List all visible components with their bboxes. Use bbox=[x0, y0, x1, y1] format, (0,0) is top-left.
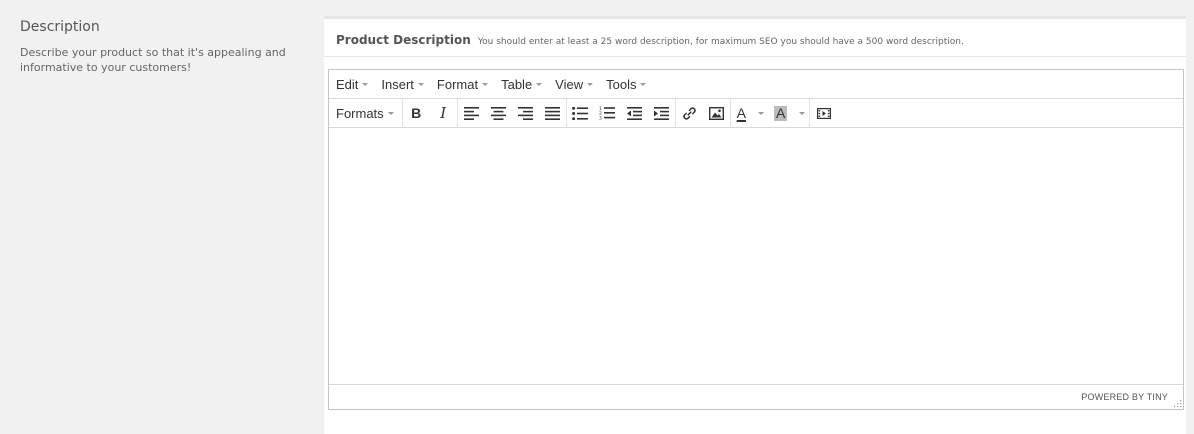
caret-down-icon bbox=[758, 112, 765, 115]
menu-insert-label: Insert bbox=[381, 76, 414, 92]
panel-hint: You should enter at least a 25 word desc… bbox=[477, 37, 964, 47]
description-panel: Product Description You should enter at … bbox=[324, 16, 1186, 434]
align-left-button[interactable] bbox=[458, 99, 485, 128]
italic-button[interactable]: I bbox=[430, 99, 457, 128]
text-color-button[interactable]: A bbox=[731, 99, 768, 128]
editor-statusbar: POWERED BY TINY bbox=[329, 384, 1183, 409]
media-icon bbox=[816, 107, 831, 119]
menu-edit-label: Edit bbox=[336, 76, 359, 92]
caret-down-icon bbox=[536, 83, 543, 86]
menu-tools-label: Tools bbox=[606, 76, 637, 92]
caret-down-icon bbox=[387, 112, 394, 115]
resize-handle-icon[interactable] bbox=[1174, 400, 1182, 408]
section-description: Describe your product so that it's appea… bbox=[20, 46, 286, 74]
align-justify-button[interactable] bbox=[539, 99, 566, 128]
section-title: Description bbox=[20, 19, 100, 35]
powered-by-link[interactable]: POWERED BY TINY bbox=[1081, 392, 1168, 402]
link-icon bbox=[682, 106, 696, 120]
caret-down-icon bbox=[799, 112, 806, 115]
rich-text-editor: Edit Insert Format Table View Tools Form… bbox=[328, 69, 1184, 410]
svg-text:3: 3 bbox=[599, 116, 602, 121]
indent-icon bbox=[653, 106, 669, 120]
formats-label: Formats bbox=[336, 105, 384, 121]
bold-button[interactable]: B bbox=[403, 99, 430, 128]
insert-image-button[interactable] bbox=[703, 99, 730, 128]
bullet-list-icon bbox=[572, 106, 589, 120]
menu-table[interactable]: Table bbox=[501, 76, 543, 92]
image-icon bbox=[708, 106, 724, 120]
outdent-button[interactable] bbox=[621, 99, 648, 128]
menu-format[interactable]: Format bbox=[436, 76, 489, 92]
panel-header: Product Description You should enter at … bbox=[324, 19, 1186, 57]
align-center-icon bbox=[490, 106, 506, 120]
align-left-icon bbox=[463, 106, 479, 120]
caret-down-icon bbox=[417, 83, 424, 86]
menu-table-label: Table bbox=[501, 76, 533, 92]
insert-media-button[interactable] bbox=[810, 99, 837, 128]
menu-edit[interactable]: Edit bbox=[336, 76, 369, 92]
menu-format-label: Format bbox=[436, 76, 479, 92]
align-justify-icon bbox=[544, 106, 560, 120]
menu-view[interactable]: View bbox=[555, 76, 594, 92]
editor-content-area[interactable] bbox=[329, 128, 1183, 384]
numbered-list-icon: 1 2 3 bbox=[599, 106, 616, 121]
indent-button[interactable] bbox=[648, 99, 675, 128]
description-section-intro: Description Describe your product so tha… bbox=[20, 18, 300, 75]
caret-down-icon bbox=[640, 83, 647, 86]
italic-icon: I bbox=[440, 104, 447, 122]
align-right-icon bbox=[517, 106, 533, 120]
editor-menubar: Edit Insert Format Table View Tools bbox=[329, 70, 1183, 99]
background-color-button[interactable]: A bbox=[768, 99, 809, 128]
editor-toolbar: Formats B I 1 2 3 A A bbox=[329, 98, 1183, 128]
caret-down-icon bbox=[362, 83, 369, 86]
caret-down-icon bbox=[587, 83, 594, 86]
menu-tools[interactable]: Tools bbox=[606, 76, 647, 92]
outdent-icon bbox=[626, 106, 642, 120]
menu-view-label: View bbox=[555, 76, 584, 92]
formats-dropdown[interactable]: Formats bbox=[336, 99, 402, 128]
text-color-icon: A bbox=[736, 104, 747, 121]
caret-down-icon bbox=[482, 83, 489, 86]
menu-insert[interactable]: Insert bbox=[381, 77, 424, 92]
bullet-list-button[interactable] bbox=[567, 99, 594, 128]
align-center-button[interactable] bbox=[485, 99, 512, 128]
insert-link-button[interactable] bbox=[676, 99, 703, 128]
background-color-icon: A bbox=[774, 104, 788, 121]
panel-title: Product Description bbox=[336, 33, 471, 47]
align-right-button[interactable] bbox=[512, 99, 539, 128]
numbered-list-button[interactable]: 1 2 3 bbox=[594, 99, 621, 128]
bold-icon: B bbox=[411, 105, 422, 121]
